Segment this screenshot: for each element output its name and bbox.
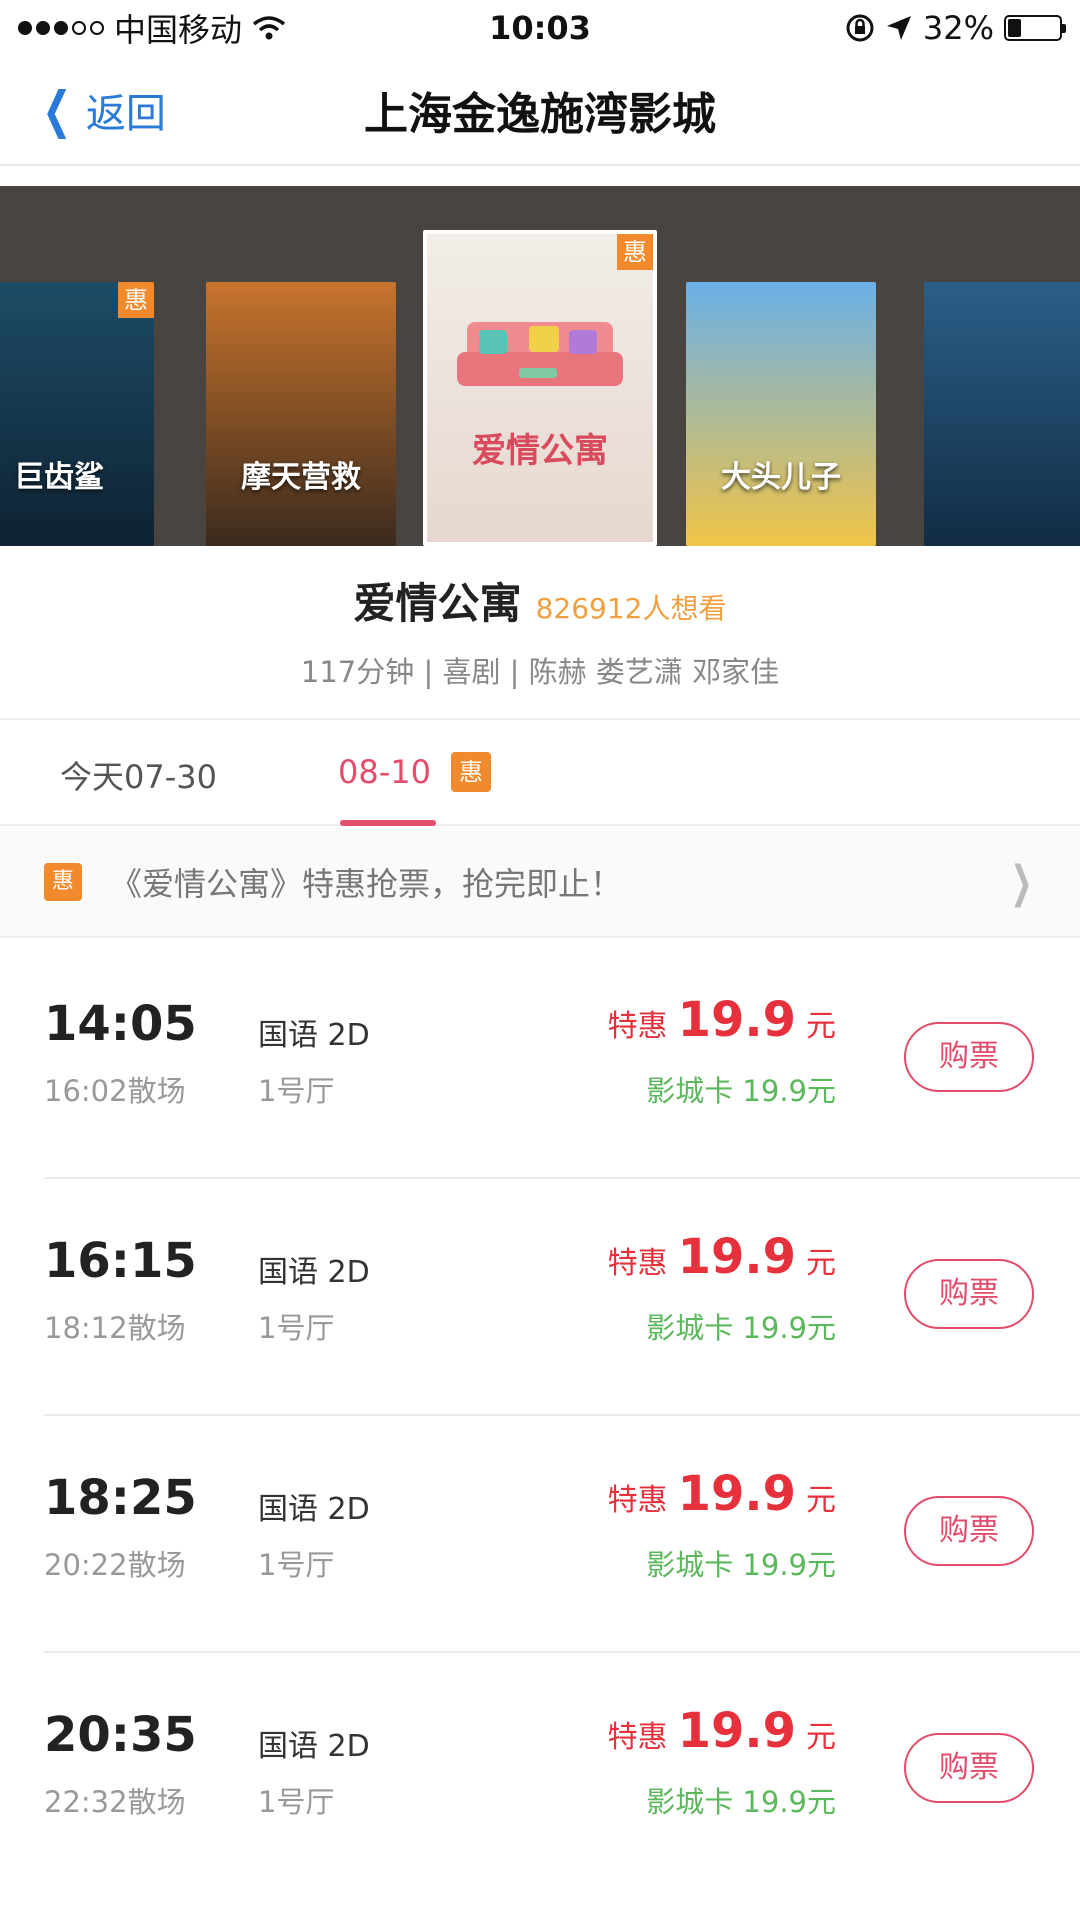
language-format: 国语 2D xyxy=(258,1492,370,1527)
price-unit: 元 xyxy=(806,1009,836,1044)
hall-name: 1号厅 xyxy=(258,1074,335,1108)
end-time: 22:32散场 xyxy=(44,1785,186,1819)
carrier-label: 中国移动 xyxy=(114,11,243,49)
start-time: 20:35 xyxy=(44,1707,197,1763)
tab-today[interactable]: 今天07-30 xyxy=(60,752,217,798)
sofa-illustration xyxy=(457,322,623,386)
showtime-row[interactable]: 16:15 18:12散场 国语 2D 1号厅 特惠 19.9 元 影城卡 19… xyxy=(0,1177,1080,1414)
price-label: 特惠 xyxy=(607,1720,668,1755)
end-time: 20:22散场 xyxy=(44,1548,186,1582)
price-line: 特惠 19.9 元 xyxy=(608,1229,836,1285)
price-label: 特惠 xyxy=(607,1483,668,1518)
price-value: 19.9 xyxy=(677,992,796,1048)
showtime-row[interactable]: 18:25 20:22散场 国语 2D 1号厅 特惠 19.9 元 影城卡 19… xyxy=(0,1414,1080,1651)
language-format: 国语 2D xyxy=(258,1255,370,1290)
battery-fill xyxy=(1008,19,1022,37)
showtime-row[interactable]: 14:05 16:02散场 国语 2D 1号厅 特惠 19.9 元 影城卡 19… xyxy=(0,940,1080,1177)
movie-info: 爱情公寓 826912人想看 117分钟 | 喜剧 | 陈赫 娄艺潇 邓家佳 xyxy=(0,546,1080,720)
poster-card[interactable]: 摩天营救 xyxy=(206,282,396,546)
status-bar: 中国移动 10:03 32% xyxy=(0,0,1080,56)
card-price: 影城卡 19.9元 xyxy=(646,1311,836,1345)
location-arrow-icon xyxy=(886,16,911,40)
movie-name: 爱情公寓 xyxy=(353,579,522,628)
price-value: 19.9 xyxy=(677,1703,796,1759)
price-unit: 元 xyxy=(806,1483,836,1518)
hall-name: 1号厅 xyxy=(258,1548,335,1582)
nav-bar: ❮ 返回 上海金逸施湾影城 xyxy=(0,56,1080,166)
end-time: 16:02散场 xyxy=(44,1074,186,1108)
poster-card[interactable]: 巨齿鲨 惠 xyxy=(0,282,154,546)
want-count: 826912人想看 xyxy=(535,592,727,625)
price-line: 特惠 19.9 元 xyxy=(608,992,836,1048)
language-format: 国语 2D xyxy=(258,1729,370,1764)
card-price: 影城卡 19.9元 xyxy=(646,1074,836,1108)
movie-meta: 117分钟 | 喜剧 | 陈赫 娄艺潇 邓家佳 xyxy=(300,655,780,689)
signal-icon xyxy=(18,21,104,35)
poster-card[interactable]: 大头儿子 xyxy=(686,282,876,546)
buy-ticket-button[interactable]: 购票 xyxy=(904,1496,1034,1566)
card-price: 影城卡 19.9元 xyxy=(646,1548,836,1582)
price-value: 19.9 xyxy=(677,1466,796,1522)
poster-card-active[interactable]: 爱情公寓 惠 xyxy=(423,230,657,546)
status-time: 10:03 xyxy=(489,9,591,47)
battery-icon xyxy=(1004,15,1066,41)
language-format: 国语 2D xyxy=(258,1018,370,1053)
card-price: 影城卡 19.9元 xyxy=(646,1785,836,1819)
tab-date-label: 08-10 xyxy=(338,753,431,791)
price-label: 特惠 xyxy=(607,1246,668,1281)
battery-percent: 32% xyxy=(922,9,994,47)
poster-title: 大头儿子 xyxy=(721,460,841,495)
showtime-list: 14:05 16:02散场 国语 2D 1号厅 特惠 19.9 元 影城卡 19… xyxy=(0,940,1080,1888)
end-time: 18:12散场 xyxy=(44,1311,186,1345)
tab-underline xyxy=(340,820,436,826)
wifi-icon xyxy=(252,16,286,40)
price-unit: 元 xyxy=(806,1720,836,1755)
promo-banner[interactable]: 惠 《爱情公寓》特惠抢票，抢完即止！ ❯ xyxy=(0,828,1080,938)
buy-ticket-button[interactable]: 购票 xyxy=(904,1259,1034,1329)
chevron-left-icon: ❮ xyxy=(42,81,72,139)
start-time: 14:05 xyxy=(44,996,197,1052)
movie-title-row: 爱情公寓 826912人想看 xyxy=(0,570,1080,631)
price-line: 特惠 19.9 元 xyxy=(608,1466,836,1522)
discount-badge: 惠 xyxy=(44,863,82,901)
start-time: 16:15 xyxy=(44,1233,197,1289)
hall-name: 1号厅 xyxy=(258,1785,335,1819)
orientation-lock-icon xyxy=(846,14,874,42)
discount-badge: 惠 xyxy=(450,752,491,792)
tab-date-active[interactable]: 08-10 惠 xyxy=(338,752,491,792)
status-right: 32% xyxy=(845,9,1066,47)
poster-title: 摩天营救 xyxy=(241,460,361,495)
poster-title: 巨齿鲨 xyxy=(14,460,104,495)
discount-badge: 惠 xyxy=(118,282,154,318)
date-tabs: 今天07-30 08-10 惠 xyxy=(0,722,1080,826)
price-label: 特惠 xyxy=(607,1009,668,1044)
showtime-row[interactable]: 20:35 22:32散场 国语 2D 1号厅 特惠 19.9 元 影城卡 19… xyxy=(0,1651,1080,1888)
back-button[interactable]: ❮ 返回 xyxy=(0,81,166,139)
status-left: 中国移动 xyxy=(18,5,286,51)
discount-badge: 惠 xyxy=(617,234,653,270)
buy-ticket-button[interactable]: 购票 xyxy=(904,1022,1034,1092)
start-time: 18:25 xyxy=(44,1470,197,1526)
price-value: 19.9 xyxy=(677,1229,796,1285)
poster-card[interactable] xyxy=(924,282,1080,546)
poster-title: 爱情公寓 xyxy=(472,431,608,471)
hall-name: 1号厅 xyxy=(258,1311,335,1345)
chevron-right-icon: ❯ xyxy=(1010,856,1033,908)
price-unit: 元 xyxy=(806,1246,836,1281)
price-line: 特惠 19.9 元 xyxy=(608,1703,836,1759)
promo-text: 《爱情公寓》特惠抢票，抢完即止！ xyxy=(110,865,623,903)
buy-ticket-button[interactable]: 购票 xyxy=(904,1733,1034,1803)
back-label: 返回 xyxy=(85,91,166,137)
poster-carousel[interactable]: 巨齿鲨 惠 摩天营救 爱情公寓 惠 大头儿子 xyxy=(0,186,1080,546)
